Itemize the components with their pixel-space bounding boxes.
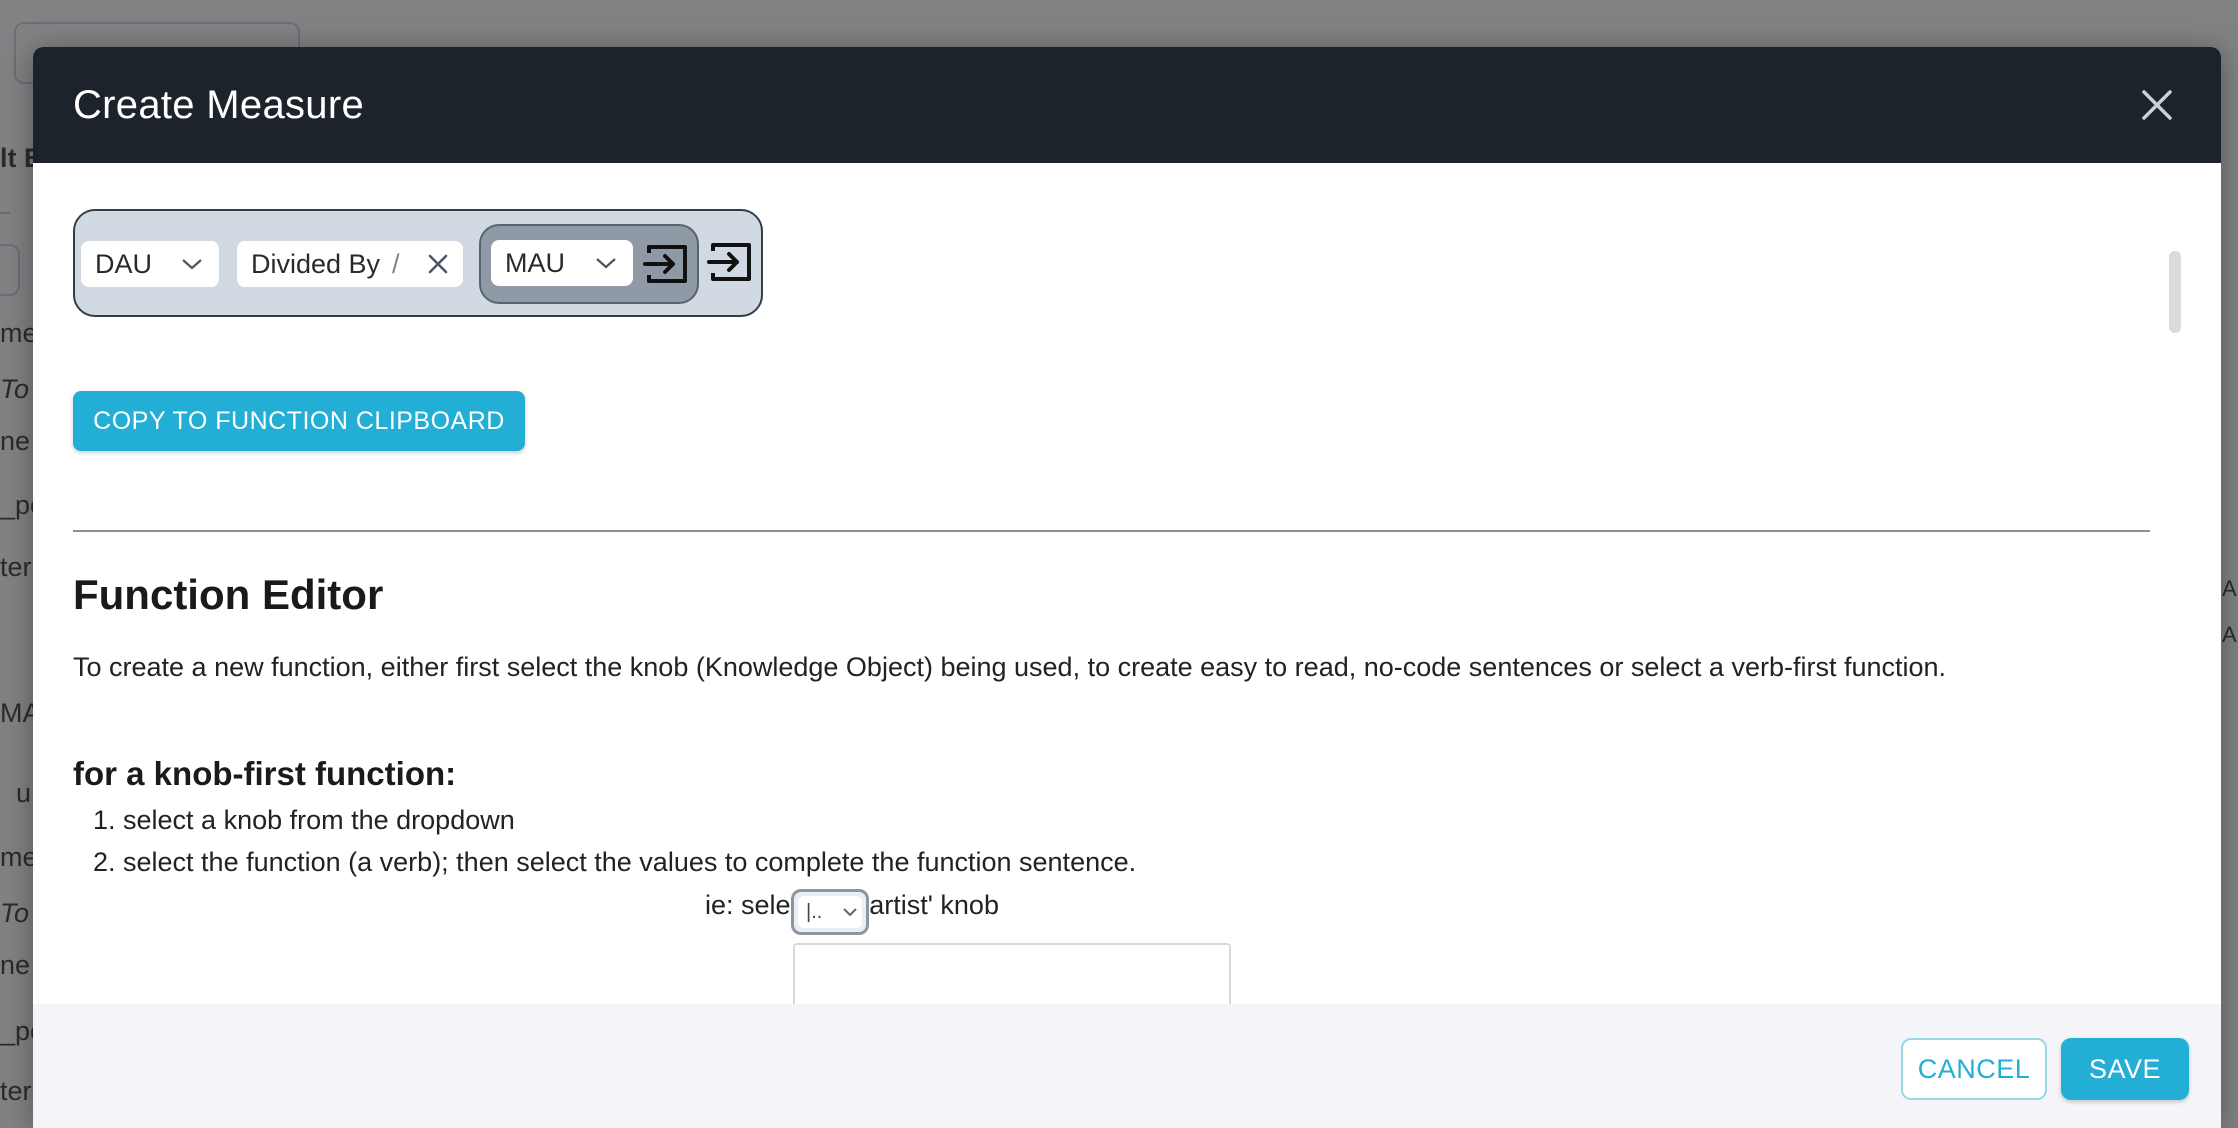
chevron-down-icon — [843, 908, 857, 917]
background-text: me — [0, 842, 38, 872]
second-measure-select[interactable]: MAU — [491, 240, 633, 286]
background-divider — [0, 212, 10, 214]
modal-title: Create Measure — [73, 82, 364, 127]
background-text: me — [0, 318, 38, 348]
create-measure-modal: Create Measure DAU Divided By / MAU COPY… — [33, 47, 2221, 1128]
save-button[interactable]: SAVE — [2061, 1038, 2189, 1100]
modal-footer: CANCEL SAVE — [33, 1004, 2221, 1128]
first-measure-select[interactable]: DAU — [81, 241, 219, 287]
enter-icon[interactable] — [707, 241, 753, 283]
modal-header: Create Measure — [33, 47, 2221, 163]
background-text: u — [16, 778, 32, 808]
measure-builder: DAU Divided By / MAU — [73, 209, 763, 317]
clear-icon[interactable] — [427, 253, 449, 275]
close-button[interactable] — [2133, 81, 2181, 129]
background-text: ter — [0, 552, 32, 582]
background-text: ter — [0, 1076, 32, 1106]
chevron-down-icon — [182, 259, 202, 270]
instruction-steps: 1. select a knob from the dropdown 2. se… — [93, 799, 1136, 883]
scrollbar-thumb[interactable] — [2169, 251, 2181, 333]
list-item: 2. select the function (a verb); then se… — [93, 847, 1137, 877]
cancel-button[interactable]: CANCEL — [1901, 1038, 2047, 1100]
first-measure-value: DAU — [95, 248, 153, 279]
example-dropdown-menu — [793, 943, 1231, 1010]
chevron-down-icon — [596, 258, 616, 269]
second-measure-value: MAU — [505, 247, 565, 278]
background-text: To — [0, 374, 30, 404]
enter-icon[interactable] — [643, 243, 689, 285]
section-divider — [73, 530, 2150, 532]
operator-label: Divided By — [251, 248, 381, 279]
background-control — [0, 244, 20, 296]
background-text: AU — [2222, 576, 2238, 601]
close-icon — [2142, 90, 2172, 120]
nested-measure-group: MAU — [479, 224, 699, 304]
operator-symbol: / — [392, 248, 400, 279]
function-editor-intro: To create a new function, either first s… — [73, 652, 1947, 682]
list-item: 1. select a knob from the dropdown — [93, 805, 515, 835]
copy-to-clipboard-button[interactable]: COPY TO FUNCTION CLIPBOARD — [73, 391, 525, 451]
example-knob-select[interactable]: |.. — [791, 889, 869, 935]
modal-body: DAU Divided By / MAU COPY TO FUNCTION CL… — [33, 163, 2221, 1010]
function-editor-heading: Function Editor — [73, 571, 384, 618]
example-knob-text: |.. — [806, 901, 823, 923]
operator-select[interactable]: Divided By / — [237, 241, 463, 287]
example-knob-value: |.. — [798, 896, 862, 928]
background-text: AU — [2222, 622, 2238, 647]
background-text: To — [0, 898, 30, 928]
knob-first-heading: for a knob-first function: — [73, 755, 457, 792]
